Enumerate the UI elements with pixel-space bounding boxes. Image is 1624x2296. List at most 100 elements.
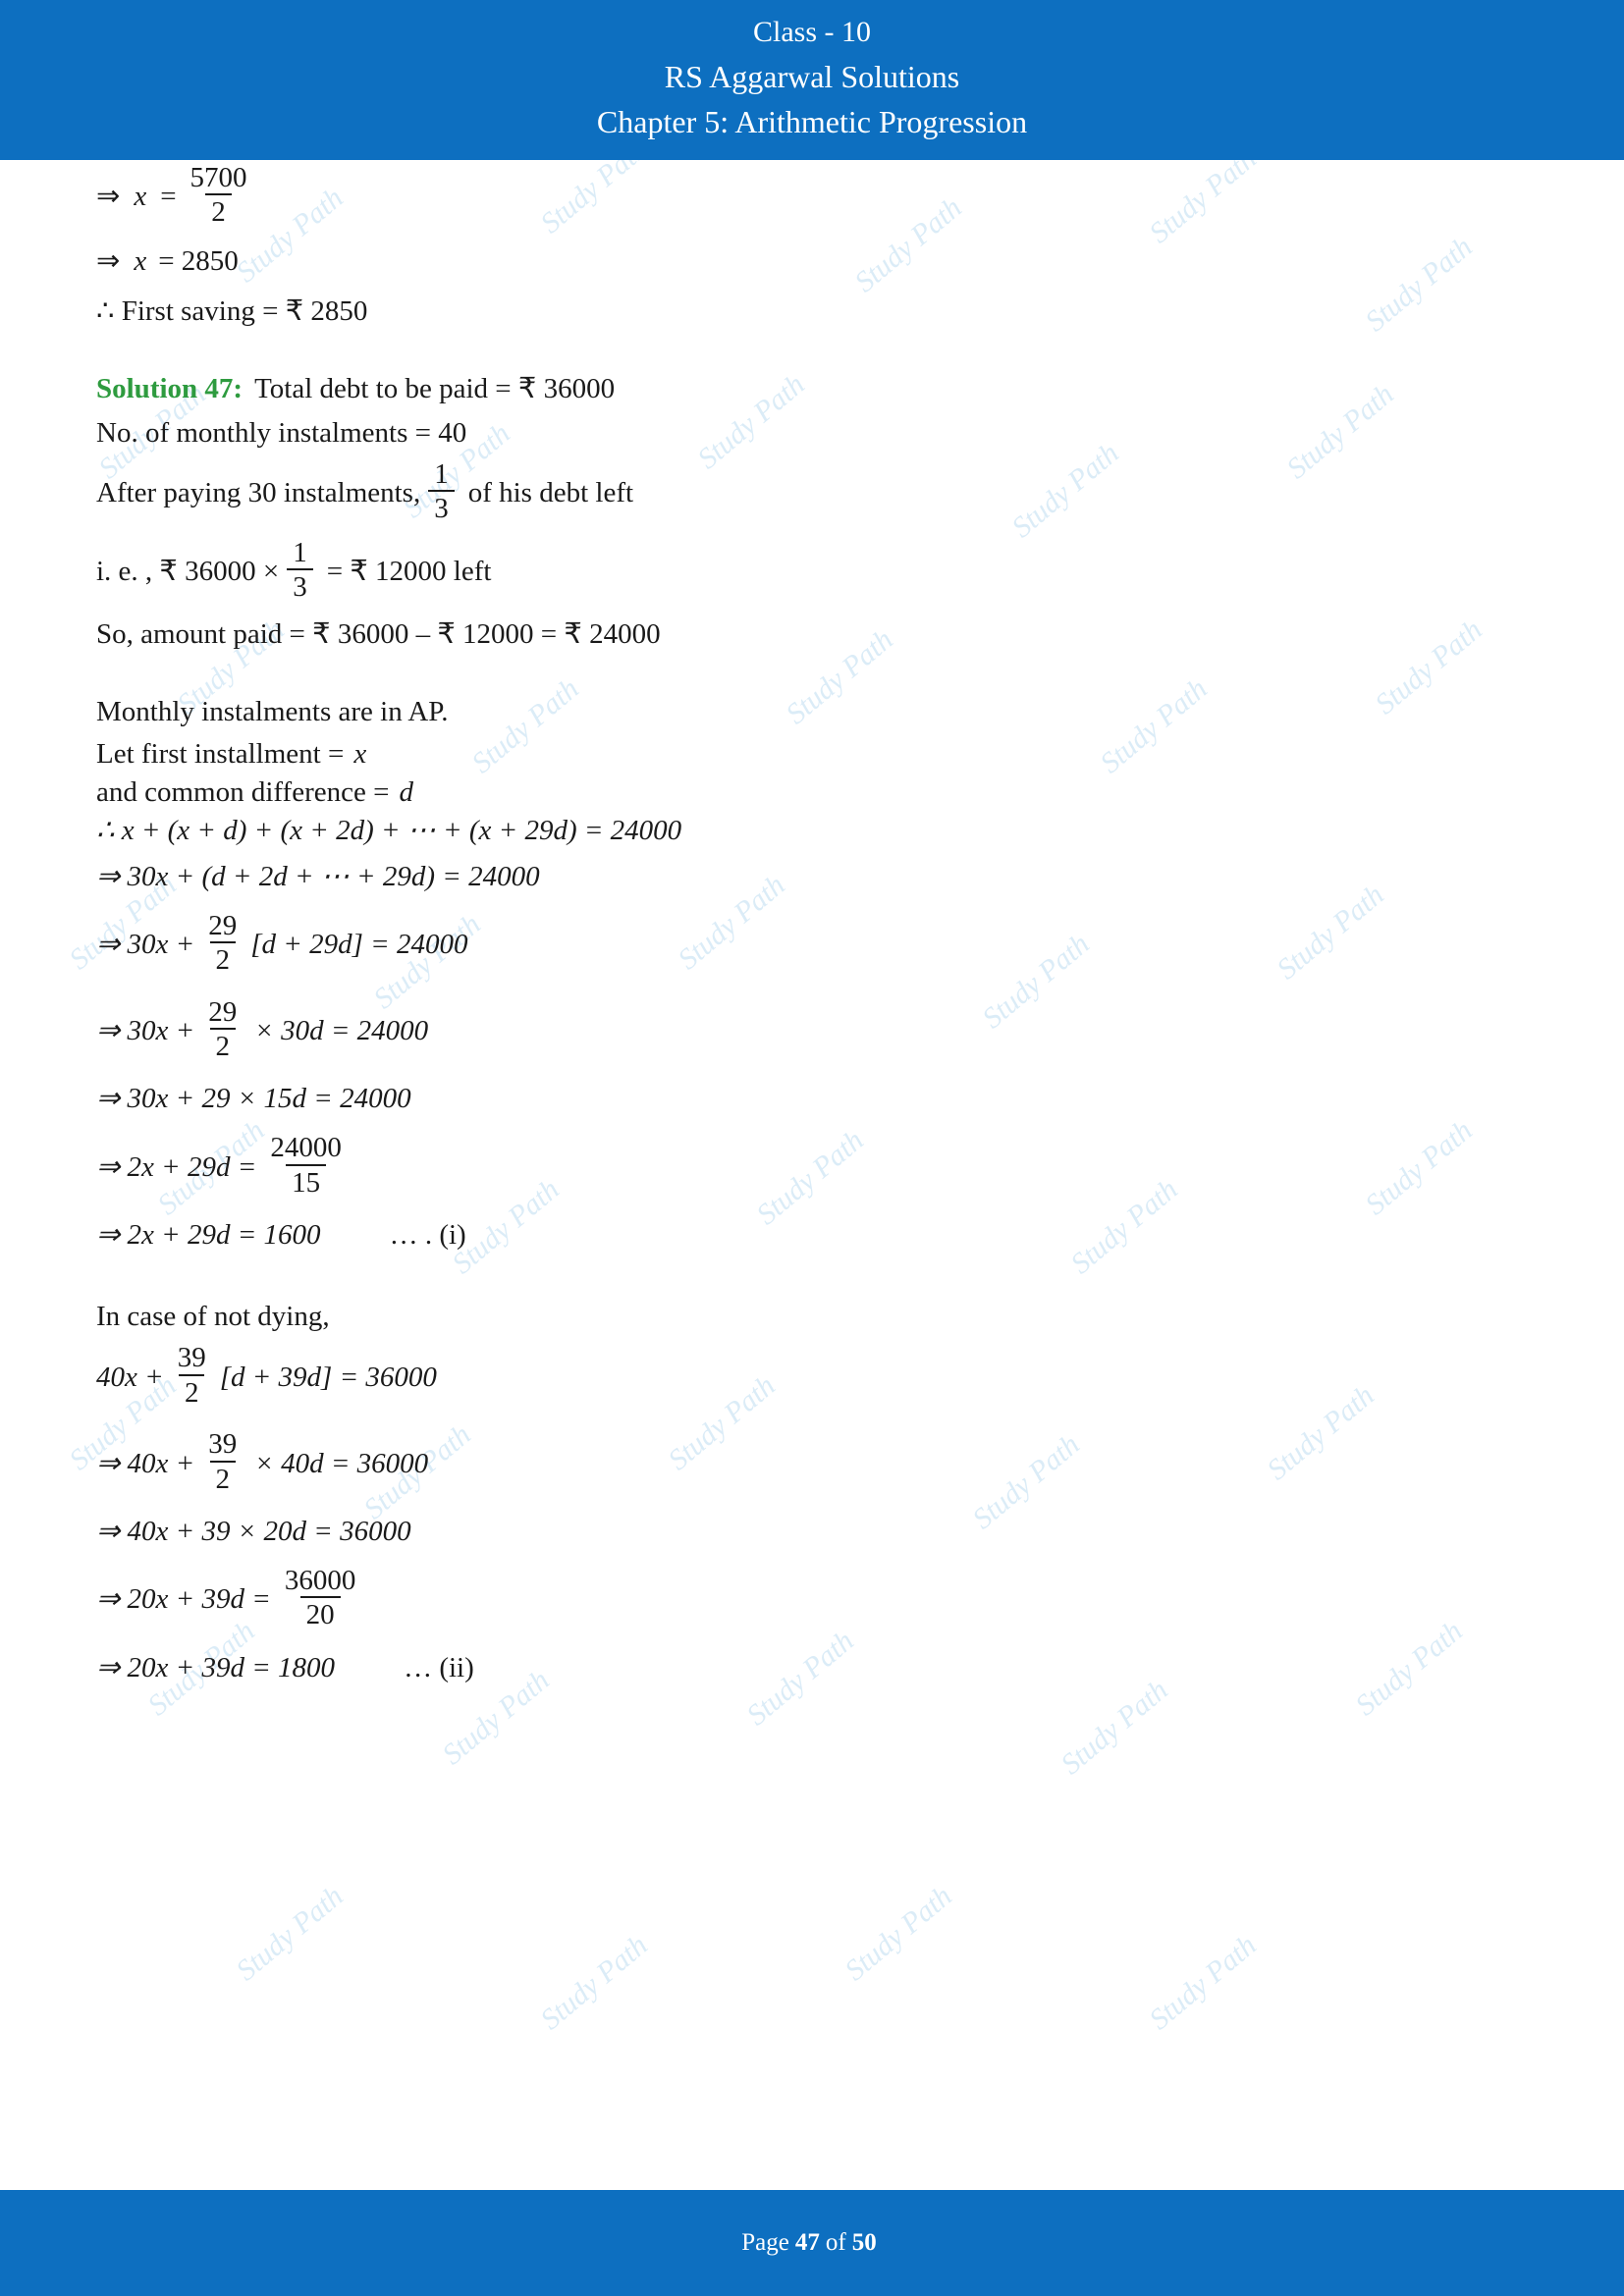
fraction-1-over-3: 1 3 — [287, 536, 313, 603]
fraction-39-over-2: 39 2 — [202, 1429, 243, 1494]
equation-prefix: ⇒ 2x + 29d = — [96, 1150, 257, 1183]
equation-expression: ⇒ 30x + 29 × 15d = 24000 — [96, 1083, 411, 1115]
fraction-5700-over-2: 5700 2 — [185, 163, 253, 228]
fraction-numerator: 1 — [293, 536, 307, 568]
page-header: Class - 10 RS Aggarwal Solutions Chapter… — [0, 0, 1624, 160]
ap-sum-simplified-expression: ⇒ 30x + (d + 2d + ⋯ + 29d) = 24000 — [96, 860, 540, 892]
debt-value-prefix: i. e. , ₹ 36000 × — [96, 556, 280, 588]
equation-prefix: 40x + — [96, 1361, 164, 1393]
fraction-denominator: 3 — [428, 490, 455, 524]
watermark-text: Study Path — [534, 1928, 654, 2037]
fraction-numerator: 29 — [208, 995, 238, 1028]
solution-label: Solution 47: — [96, 372, 244, 404]
fraction-numerator: 1 — [434, 457, 449, 490]
header-chapter-line: Chapter 5: Arithmetic Progression — [596, 104, 1028, 139]
variable-x: x — [134, 181, 147, 213]
equation-prefix: ⇒ 40x + — [96, 1447, 195, 1479]
equation-line: ⇒ x = 5700 2 — [96, 163, 1540, 230]
footer-of-label: of — [825, 2229, 846, 2256]
arrow-symbol: ⇒ — [96, 244, 121, 277]
equation-ii-expression: ⇒ 20x + 39d = 1800 — [96, 1651, 336, 1683]
equation-prefix: ⇒ 30x + — [96, 929, 195, 961]
equation-line: ⇒ 20x + 39d = 36000 20 — [96, 1566, 1540, 1632]
equation-line: 40x + 39 2 [d + 39d] = 36000 — [96, 1343, 1540, 1410]
equation-suffix: [d + 29d] = 24000 — [250, 929, 468, 961]
instalments-count-line: No. of monthly instalments = 40 — [96, 416, 467, 449]
fraction-denominator: 2 — [205, 193, 232, 228]
ap-sum-simplified-line: ⇒ 30x + (d + 2d + ⋯ + 29d) = 24000 — [96, 860, 1540, 892]
fraction-denominator: 2 — [209, 1027, 236, 1061]
solution-statement: Total debt to be paid = ₹ 36000 — [254, 372, 616, 404]
equation-line: ⇒ 30x + 29 × 15d = 24000 — [96, 1085, 1540, 1113]
header-class-line: Class - 10 — [753, 16, 871, 48]
equation-reference-ii: … (ii) — [404, 1651, 474, 1683]
common-difference-prefix: and common difference = — [96, 775, 390, 808]
equation-prefix: ⇒ 20x + 39d = — [96, 1583, 271, 1616]
first-installment-prefix: Let first installment = — [96, 737, 345, 770]
fraction-denominator: 20 — [299, 1596, 341, 1630]
fraction-1-over-3: 1 3 — [428, 457, 455, 524]
fraction-numerator: 24000 — [270, 1132, 342, 1164]
fraction-29-over-2: 29 2 — [202, 909, 243, 976]
fraction-numerator: 39 — [208, 1428, 238, 1461]
equation-line: ⇒ 2x + 29d = 24000 15 — [96, 1133, 1540, 1200]
fraction-24000-over-15: 24000 15 — [264, 1133, 348, 1198]
fraction-numerator: 5700 — [189, 162, 247, 193]
common-difference-line: and common difference = d — [96, 775, 1540, 808]
equation-prefix: ⇒ 30x + — [96, 1014, 195, 1046]
equation-expression: ⇒ 40x + 39 × 20d = 36000 — [96, 1516, 411, 1547]
fraction-denominator: 3 — [287, 568, 313, 603]
equation-i-line: ⇒ 2x + 29d = 1600 … . (i) — [96, 1221, 1540, 1250]
fraction-numerator: 29 — [208, 909, 238, 941]
solution-body: ⇒ x = 5700 2 ⇒ x = 2850 ∴ First saving =… — [96, 163, 1540, 1686]
debt-value-suffix: = ₹ 12000 left — [326, 556, 492, 588]
debt-left-suffix: of his debt left — [467, 477, 634, 509]
watermark-text: Study Path — [230, 1879, 350, 1988]
watermark-text: Study Path — [839, 1879, 958, 1988]
equation-remainder: = 2850 — [158, 244, 239, 277]
fraction-denominator: 2 — [178, 1373, 205, 1408]
footer-page-prefix: Page — [741, 2229, 789, 2256]
equation-suffix: × 40d = 36000 — [254, 1447, 429, 1479]
equation-line: ⇒ 40x + 39 × 20d = 36000 — [96, 1518, 1540, 1546]
arrow-symbol: ⇒ — [96, 181, 121, 213]
equation-suffix: [d + 39d] = 36000 — [219, 1361, 437, 1393]
equation-line: ⇒ 40x + 39 2 × 40d = 36000 — [96, 1429, 1540, 1496]
footer-total-pages: 50 — [851, 2229, 877, 2256]
watermark-text: Study Path — [1055, 1673, 1174, 1782]
debt-value-line: i. e. , ₹ 36000 × 1 3 = ₹ 12000 left — [96, 536, 1540, 605]
debt-left-prefix: After paying 30 instalments, — [96, 477, 421, 509]
fraction-numerator: 36000 — [284, 1565, 356, 1596]
fraction-denominator: 15 — [286, 1163, 327, 1198]
footer-current-page: 47 — [794, 2229, 820, 2256]
debt-left-line: After paying 30 instalments, 1 3 of his … — [96, 457, 1540, 526]
fraction-numerator: 39 — [177, 1342, 206, 1374]
fraction-denominator: 2 — [209, 941, 236, 975]
equation-suffix: × 30d = 24000 — [254, 1014, 429, 1046]
watermark-text: Study Path — [1143, 1928, 1263, 2037]
variable-d: d — [399, 775, 413, 808]
variable-x: x — [134, 244, 147, 277]
page-footer: Page 47 of 50 — [0, 2190, 1624, 2296]
fraction-29-over-2: 29 2 — [202, 995, 243, 1062]
fraction-39-over-2: 39 2 — [172, 1343, 212, 1408]
not-dying-case-line: In case of not dying, — [96, 1301, 330, 1333]
equation-line: ⇒ 30x + 29 2 [d + 29d] = 24000 — [96, 909, 1540, 978]
amount-paid-line: So, amount paid = ₹ 36000 – ₹ 12000 = ₹ … — [96, 617, 661, 650]
equation-reference-i: … . (i) — [389, 1219, 466, 1252]
equation-line: ⇒ x = 2850 — [96, 244, 1540, 277]
ap-sum-line: ∴ x + (x + d) + (x + 2d) + ⋯ + (x + 29d)… — [96, 814, 1540, 846]
first-installment-line: Let first installment = x — [96, 737, 1540, 770]
header-book-line: RS Aggarwal Solutions — [664, 59, 960, 94]
first-saving-line: ∴ First saving = ₹ 2850 — [96, 294, 368, 327]
fraction-denominator: 2 — [209, 1460, 236, 1494]
ap-sum-expression: ∴ x + (x + d) + (x + 2d) + ⋯ + (x + 29d)… — [96, 814, 682, 846]
ap-statement-line: Monthly instalments are in AP. — [96, 695, 449, 727]
equation-i-expression: ⇒ 2x + 29d = 1600 — [96, 1219, 321, 1252]
equals-symbol: = — [160, 181, 177, 213]
fraction-36000-over-20: 36000 20 — [279, 1566, 362, 1630]
equation-ii-line: ⇒ 20x + 39d = 1800 … (ii) — [96, 1651, 1540, 1683]
